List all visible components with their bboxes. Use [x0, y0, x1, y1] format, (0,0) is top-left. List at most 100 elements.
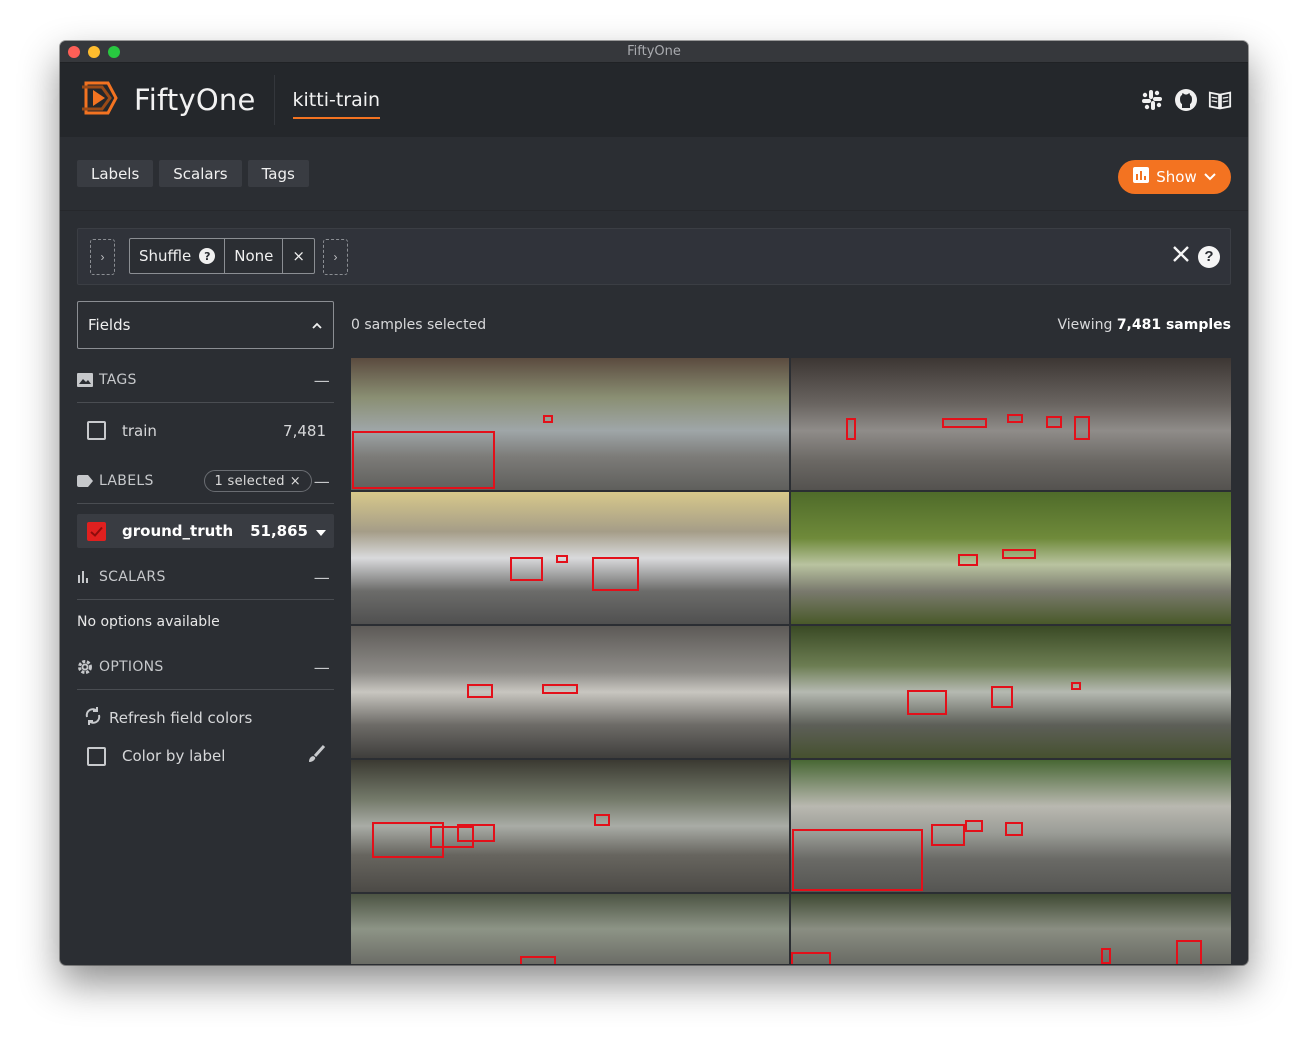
bounding-box: [510, 557, 543, 581]
bounding-box: [556, 555, 568, 563]
window-controls: [68, 46, 120, 58]
gear-icon: [77, 659, 95, 675]
maximize-window-button[interactable]: [108, 46, 120, 58]
bounding-box: [1101, 948, 1111, 964]
tags-section-header[interactable]: TAGS —: [77, 357, 334, 403]
tab-tags[interactable]: Tags: [247, 160, 309, 187]
bounding-box: [1005, 822, 1023, 836]
sample-tile[interactable]: [351, 894, 789, 964]
fields-label: Fields: [88, 316, 131, 334]
sample-tile[interactable]: [791, 492, 1231, 624]
label-item-ground-truth[interactable]: ground_truth 51,865: [77, 514, 334, 548]
slack-icon[interactable]: [1140, 88, 1164, 112]
clear-view-icon[interactable]: [1172, 245, 1190, 268]
view-bar: › Shuffle ? None × › ?: [77, 228, 1231, 285]
app-header: FiftyOne kitti-train: [60, 63, 1248, 137]
chevron-right-icon: ›: [100, 250, 105, 264]
collapse-icon[interactable]: —: [314, 568, 330, 587]
tab-scalars[interactable]: Scalars: [159, 160, 242, 187]
samples-panel: 0 samples selected Viewing 7,481 samples: [351, 301, 1231, 964]
sample-tile[interactable]: [351, 492, 789, 624]
collapse-icon[interactable]: —: [314, 472, 330, 491]
stage-name: Shuffle: [139, 247, 192, 265]
bar-chart-icon: [77, 570, 95, 583]
bounding-box: [965, 820, 983, 832]
stage-help-icon[interactable]: ?: [199, 248, 216, 264]
bounding-box: [1071, 682, 1081, 690]
collapse-icon[interactable]: —: [314, 371, 330, 390]
view-stage-shuffle[interactable]: Shuffle ? None ×: [129, 238, 315, 274]
fields-dropdown[interactable]: Fields: [77, 301, 334, 349]
color-by-label-text: Color by label: [122, 747, 226, 765]
app-window: FiftyOne FiftyOne kitti-train Labels Sca…: [60, 41, 1248, 965]
question-icon[interactable]: ?: [1198, 245, 1220, 268]
viewing-count: Viewing 7,481 samples: [1057, 317, 1231, 333]
options-section-header[interactable]: OPTIONS —: [77, 644, 334, 690]
collapse-icon[interactable]: —: [314, 658, 330, 677]
minimize-window-button[interactable]: [88, 46, 100, 58]
label-name: ground_truth: [122, 522, 234, 540]
refresh-label: Refresh field colors: [109, 709, 253, 727]
brush-icon[interactable]: [306, 744, 326, 768]
bounding-box: [1074, 416, 1090, 440]
stage-value-segment[interactable]: None: [224, 239, 282, 273]
bounding-box: [1002, 549, 1036, 559]
samples-header: 0 samples selected Viewing 7,481 samples: [351, 301, 1231, 349]
bounding-box: [1046, 416, 1062, 428]
selected-count: 1 selected: [214, 473, 285, 489]
dataset-selector[interactable]: kitti-train: [292, 89, 381, 119]
sample-tile[interactable]: [351, 626, 789, 758]
chevron-up-icon: [311, 316, 323, 334]
bounding-box: [594, 814, 610, 826]
sample-grid: [351, 358, 1231, 964]
tags-title: TAGS: [99, 371, 137, 388]
sidebar: Fields TAGS — train 7,481 LABELS 1 selec…: [77, 301, 334, 766]
window-title: FiftyOne: [627, 44, 681, 59]
docs-book-icon[interactable]: [1208, 88, 1232, 112]
add-stage-after-button[interactable]: ›: [323, 239, 348, 275]
color-by-label-option[interactable]: Color by label: [77, 744, 334, 768]
close-window-button[interactable]: [68, 46, 80, 58]
sample-tile[interactable]: [791, 626, 1231, 758]
sample-tile[interactable]: [351, 358, 789, 490]
tag-label: train: [122, 421, 157, 440]
bounding-box: [457, 824, 495, 842]
scalars-section-header[interactable]: SCALARS —: [77, 554, 334, 600]
color-by-label-checkbox[interactable]: [87, 746, 106, 766]
labels-title: LABELS: [99, 472, 154, 489]
label-count: 51,865: [250, 522, 308, 540]
remove-stage-button[interactable]: ×: [282, 239, 314, 273]
bounding-box: [931, 824, 965, 846]
samples-selected-text: 0 samples selected: [351, 317, 487, 333]
label-checkbox[interactable]: [87, 521, 106, 541]
tag-count: 7,481: [283, 421, 326, 440]
viewing-prefix: Viewing: [1057, 317, 1113, 333]
sample-tile[interactable]: [791, 358, 1231, 490]
chevron-right-icon: ›: [333, 250, 338, 264]
app-name: FiftyOne: [134, 83, 256, 117]
labels-section-header[interactable]: LABELS 1 selected × —: [77, 458, 334, 504]
logo[interactable]: FiftyOne: [78, 75, 275, 125]
github-icon[interactable]: [1174, 88, 1198, 112]
header-links: [1140, 88, 1232, 112]
show-plots-button[interactable]: Show: [1118, 160, 1231, 194]
bounding-box: [592, 557, 639, 591]
view-bar-actions: ?: [1172, 245, 1220, 268]
add-stage-before-button[interactable]: ›: [90, 239, 115, 275]
refresh-field-colors-button[interactable]: Refresh field colors: [77, 690, 334, 746]
scalars-title: SCALARS: [99, 568, 166, 585]
sample-tile[interactable]: [791, 894, 1231, 964]
tag-checkbox[interactable]: [87, 421, 106, 440]
labels-selected-pill[interactable]: 1 selected ×: [203, 470, 312, 492]
tag-item-train[interactable]: train 7,481: [77, 403, 334, 458]
sample-tile[interactable]: [791, 760, 1231, 892]
close-icon: ×: [292, 247, 305, 265]
bounding-box: [543, 415, 553, 423]
clear-selection-icon[interactable]: ×: [290, 474, 301, 489]
stage-name-segment[interactable]: Shuffle ?: [130, 239, 224, 273]
label-tag-icon: [77, 474, 95, 487]
tab-labels[interactable]: Labels: [77, 160, 154, 187]
bounding-box: [520, 956, 556, 964]
caret-down-icon[interactable]: [316, 522, 326, 540]
sample-tile[interactable]: [351, 760, 789, 892]
